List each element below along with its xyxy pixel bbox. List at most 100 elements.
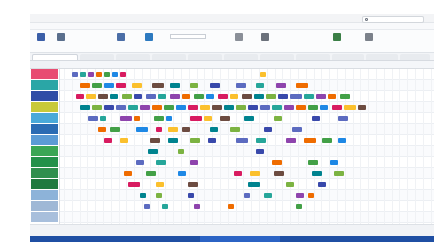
schedule-event[interactable] bbox=[286, 182, 294, 187]
tab-10[interactable] bbox=[400, 54, 430, 60]
schedule-event[interactable] bbox=[308, 160, 318, 165]
tab-8[interactable] bbox=[332, 54, 364, 60]
schedule-event[interactable] bbox=[72, 72, 78, 77]
schedule-event[interactable] bbox=[358, 105, 366, 110]
schedule-event[interactable] bbox=[134, 94, 142, 99]
schedule-event[interactable] bbox=[308, 193, 314, 198]
schedule-event[interactable] bbox=[274, 171, 284, 176]
ribbon-button-print[interactable] bbox=[258, 32, 272, 48]
schedule-event[interactable] bbox=[208, 138, 216, 143]
schedule-event[interactable] bbox=[146, 171, 156, 176]
schedule-event[interactable] bbox=[158, 94, 166, 99]
resource-row[interactable] bbox=[31, 69, 58, 80]
schedule-event[interactable] bbox=[188, 105, 198, 110]
schedule-event[interactable] bbox=[170, 94, 180, 99]
schedule-event[interactable] bbox=[112, 72, 118, 77]
schedule-event[interactable] bbox=[124, 171, 132, 176]
schedule-event[interactable] bbox=[110, 127, 120, 132]
schedule-event[interactable] bbox=[194, 204, 200, 209]
schedule-event[interactable] bbox=[312, 171, 322, 176]
schedule-event[interactable] bbox=[190, 160, 198, 165]
taskbar-active-item[interactable] bbox=[200, 236, 280, 242]
schedule-event[interactable] bbox=[140, 105, 150, 110]
schedule-event[interactable] bbox=[168, 138, 178, 143]
resource-row[interactable] bbox=[31, 80, 58, 91]
schedule-event[interactable] bbox=[104, 72, 110, 77]
schedule-event[interactable] bbox=[194, 94, 204, 99]
schedule-event[interactable] bbox=[156, 182, 164, 187]
schedule-event[interactable] bbox=[98, 127, 106, 132]
schedule-event[interactable] bbox=[128, 105, 138, 110]
resource-row[interactable] bbox=[31, 168, 58, 179]
schedule-event[interactable] bbox=[136, 127, 148, 132]
schedule-event[interactable] bbox=[248, 105, 258, 110]
schedule-event[interactable] bbox=[128, 182, 140, 187]
schedule-event[interactable] bbox=[166, 116, 172, 121]
schedule-event[interactable] bbox=[156, 127, 162, 132]
schedule-event[interactable] bbox=[210, 127, 218, 132]
schedule-event[interactable] bbox=[110, 94, 118, 99]
schedule-event[interactable] bbox=[286, 138, 296, 143]
schedule-event[interactable] bbox=[136, 160, 144, 165]
timeline-lane[interactable] bbox=[60, 212, 434, 223]
schedule-event[interactable] bbox=[210, 83, 220, 88]
schedule-event[interactable] bbox=[132, 83, 142, 88]
schedule-event[interactable] bbox=[318, 182, 326, 187]
schedule-event[interactable] bbox=[152, 83, 164, 88]
ribbon-button-resource[interactable] bbox=[142, 32, 156, 48]
schedule-event[interactable] bbox=[332, 105, 342, 110]
schedule-event[interactable] bbox=[304, 94, 314, 99]
tab-5[interactable] bbox=[224, 54, 258, 60]
schedule-event[interactable] bbox=[148, 149, 158, 154]
tab-4[interactable] bbox=[188, 54, 222, 60]
timeline-lane[interactable] bbox=[60, 146, 434, 157]
schedule-event[interactable] bbox=[188, 182, 198, 187]
schedule-event[interactable] bbox=[236, 138, 248, 143]
schedule-event[interactable] bbox=[254, 94, 264, 99]
schedule-event[interactable] bbox=[228, 204, 234, 209]
schedule-event[interactable] bbox=[230, 127, 240, 132]
schedule-event[interactable] bbox=[290, 94, 302, 99]
resource-row[interactable] bbox=[31, 179, 58, 190]
ribbon-date-field[interactable] bbox=[170, 34, 206, 39]
tab-3[interactable] bbox=[152, 54, 186, 60]
schedule-event[interactable] bbox=[100, 116, 106, 121]
schedule-event[interactable] bbox=[316, 94, 326, 99]
schedule-event[interactable] bbox=[338, 138, 346, 143]
schedule-event[interactable] bbox=[178, 171, 186, 176]
schedule-event[interactable] bbox=[284, 105, 294, 110]
schedule-event[interactable] bbox=[250, 171, 260, 176]
schedule-event[interactable] bbox=[264, 127, 272, 132]
resource-row[interactable] bbox=[31, 157, 58, 168]
schedule-event[interactable] bbox=[92, 105, 102, 110]
timeline-lane[interactable] bbox=[60, 168, 434, 179]
schedule-event[interactable] bbox=[140, 193, 146, 198]
schedule-event[interactable] bbox=[264, 193, 272, 198]
schedule-event[interactable] bbox=[134, 116, 140, 121]
schedule-event[interactable] bbox=[224, 105, 234, 110]
schedule-event[interactable] bbox=[234, 171, 242, 176]
schedule-event[interactable] bbox=[120, 138, 128, 143]
resource-row[interactable] bbox=[31, 201, 58, 212]
schedule-event[interactable] bbox=[152, 105, 162, 110]
ribbon-button-list[interactable] bbox=[54, 32, 68, 48]
schedule-event[interactable] bbox=[230, 94, 238, 99]
schedule-event[interactable] bbox=[168, 127, 178, 132]
schedule-event[interactable] bbox=[88, 116, 98, 121]
schedule-event[interactable] bbox=[212, 105, 222, 110]
schedule-event[interactable] bbox=[146, 94, 156, 99]
schedule-event[interactable] bbox=[276, 83, 286, 88]
schedule-event[interactable] bbox=[256, 149, 264, 154]
schedule-event[interactable] bbox=[104, 83, 114, 88]
schedule-event[interactable] bbox=[296, 193, 304, 198]
ribbon-button-export[interactable] bbox=[330, 32, 344, 48]
schedule-event[interactable] bbox=[76, 94, 84, 99]
tab-6[interactable] bbox=[260, 54, 294, 60]
schedule-event[interactable] bbox=[296, 83, 308, 88]
schedule-event[interactable] bbox=[256, 83, 264, 88]
schedule-event[interactable] bbox=[244, 193, 250, 198]
schedule-event[interactable] bbox=[156, 160, 166, 165]
schedule-event[interactable] bbox=[218, 94, 228, 99]
schedule-event[interactable] bbox=[116, 105, 126, 110]
schedule-event[interactable] bbox=[188, 193, 194, 198]
